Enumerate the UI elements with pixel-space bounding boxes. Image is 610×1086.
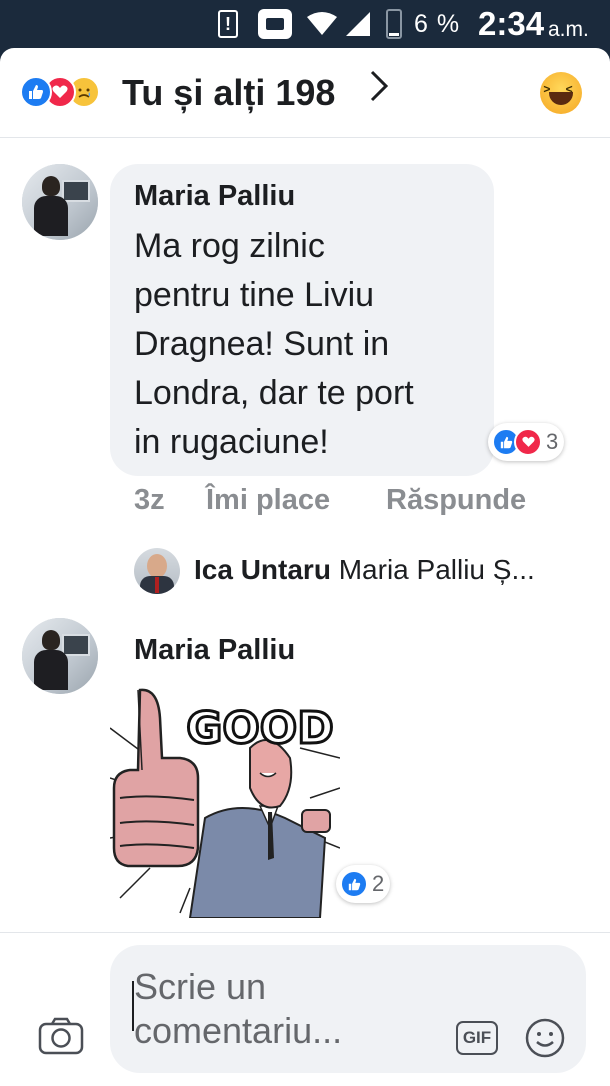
reply-button[interactable]: Răspunde [386, 484, 526, 517]
reaction-count: 2 [372, 871, 385, 896]
signal-icon [344, 0, 372, 48]
like-icon [340, 870, 368, 898]
commenter-avatar[interactable] [22, 164, 98, 240]
comment-line: Londra, dar te port [134, 374, 414, 412]
comments-panel: Tu și alți 198 > < Maria Palliu Ma rog z… [0, 48, 610, 1086]
reply-preview[interactable]: Ica Untaru Maria Palliu Ș... [194, 554, 584, 586]
alert-icon: ! [218, 0, 240, 48]
comment-bubble[interactable]: Maria Palliu Ma rog zilnic pentru tine L… [110, 164, 494, 476]
comment-placeholder[interactable]: Scrie un comentariu... [134, 965, 434, 1053]
love-icon [514, 428, 542, 456]
comment-line: in rugaciune! [134, 423, 329, 461]
apk-icon [258, 0, 292, 48]
reply-avatar[interactable] [134, 548, 180, 594]
commenter-avatar[interactable] [22, 618, 98, 694]
laughing-emoji-icon[interactable]: > < [540, 72, 582, 114]
camera-icon[interactable] [38, 1017, 84, 1055]
comment-author[interactable]: Maria Palliu [134, 634, 295, 667]
reply-snippet: Maria Palliu Ș... [338, 554, 535, 585]
clock-time: 2:34 [478, 5, 545, 42]
comment-composer: Scrie un comentariu... GIF [0, 932, 610, 1086]
sticker-text: GOOD [186, 703, 333, 754]
comment-text: Ma rog zilnic pentru tine Liviu Dragnea!… [134, 222, 414, 467]
chevron-right-icon[interactable] [368, 68, 390, 113]
reaction-count-badge[interactable]: 3 [488, 423, 565, 461]
comment-input[interactable]: Scrie un comentariu... GIF [110, 945, 586, 1073]
battery-icon [386, 0, 402, 48]
good-sticker[interactable]: GOOD [110, 688, 340, 918]
wifi-icon [306, 0, 338, 48]
reactions-title[interactable]: Tu și alți 198 [122, 72, 335, 114]
comment-author[interactable]: Maria Palliu [134, 180, 295, 213]
reaction-count: 3 [546, 429, 559, 454]
status-bar: ! 6 % 2:34 a.m. [0, 0, 610, 48]
gif-button[interactable]: GIF [456, 1021, 498, 1055]
clock-ampm: a.m. [548, 18, 589, 41]
reaction-summary[interactable] [20, 76, 100, 110]
like-icon [20, 76, 52, 108]
reply-author[interactable]: Ica Untaru [194, 554, 331, 585]
reaction-count-badge[interactable]: 2 [336, 865, 391, 903]
emoji-icon[interactable] [524, 1017, 566, 1059]
comment-line: Dragnea! Sunt in [134, 325, 390, 363]
battery-percent: 6 % [414, 9, 461, 38]
comment-line: pentru tine Liviu [134, 276, 375, 314]
comment-age: 3z [134, 484, 165, 516]
comment-line: Ma rog zilnic [134, 227, 325, 265]
like-button[interactable]: Îmi place [206, 484, 330, 517]
reactions-header[interactable]: Tu și alți 198 > < [0, 48, 610, 138]
